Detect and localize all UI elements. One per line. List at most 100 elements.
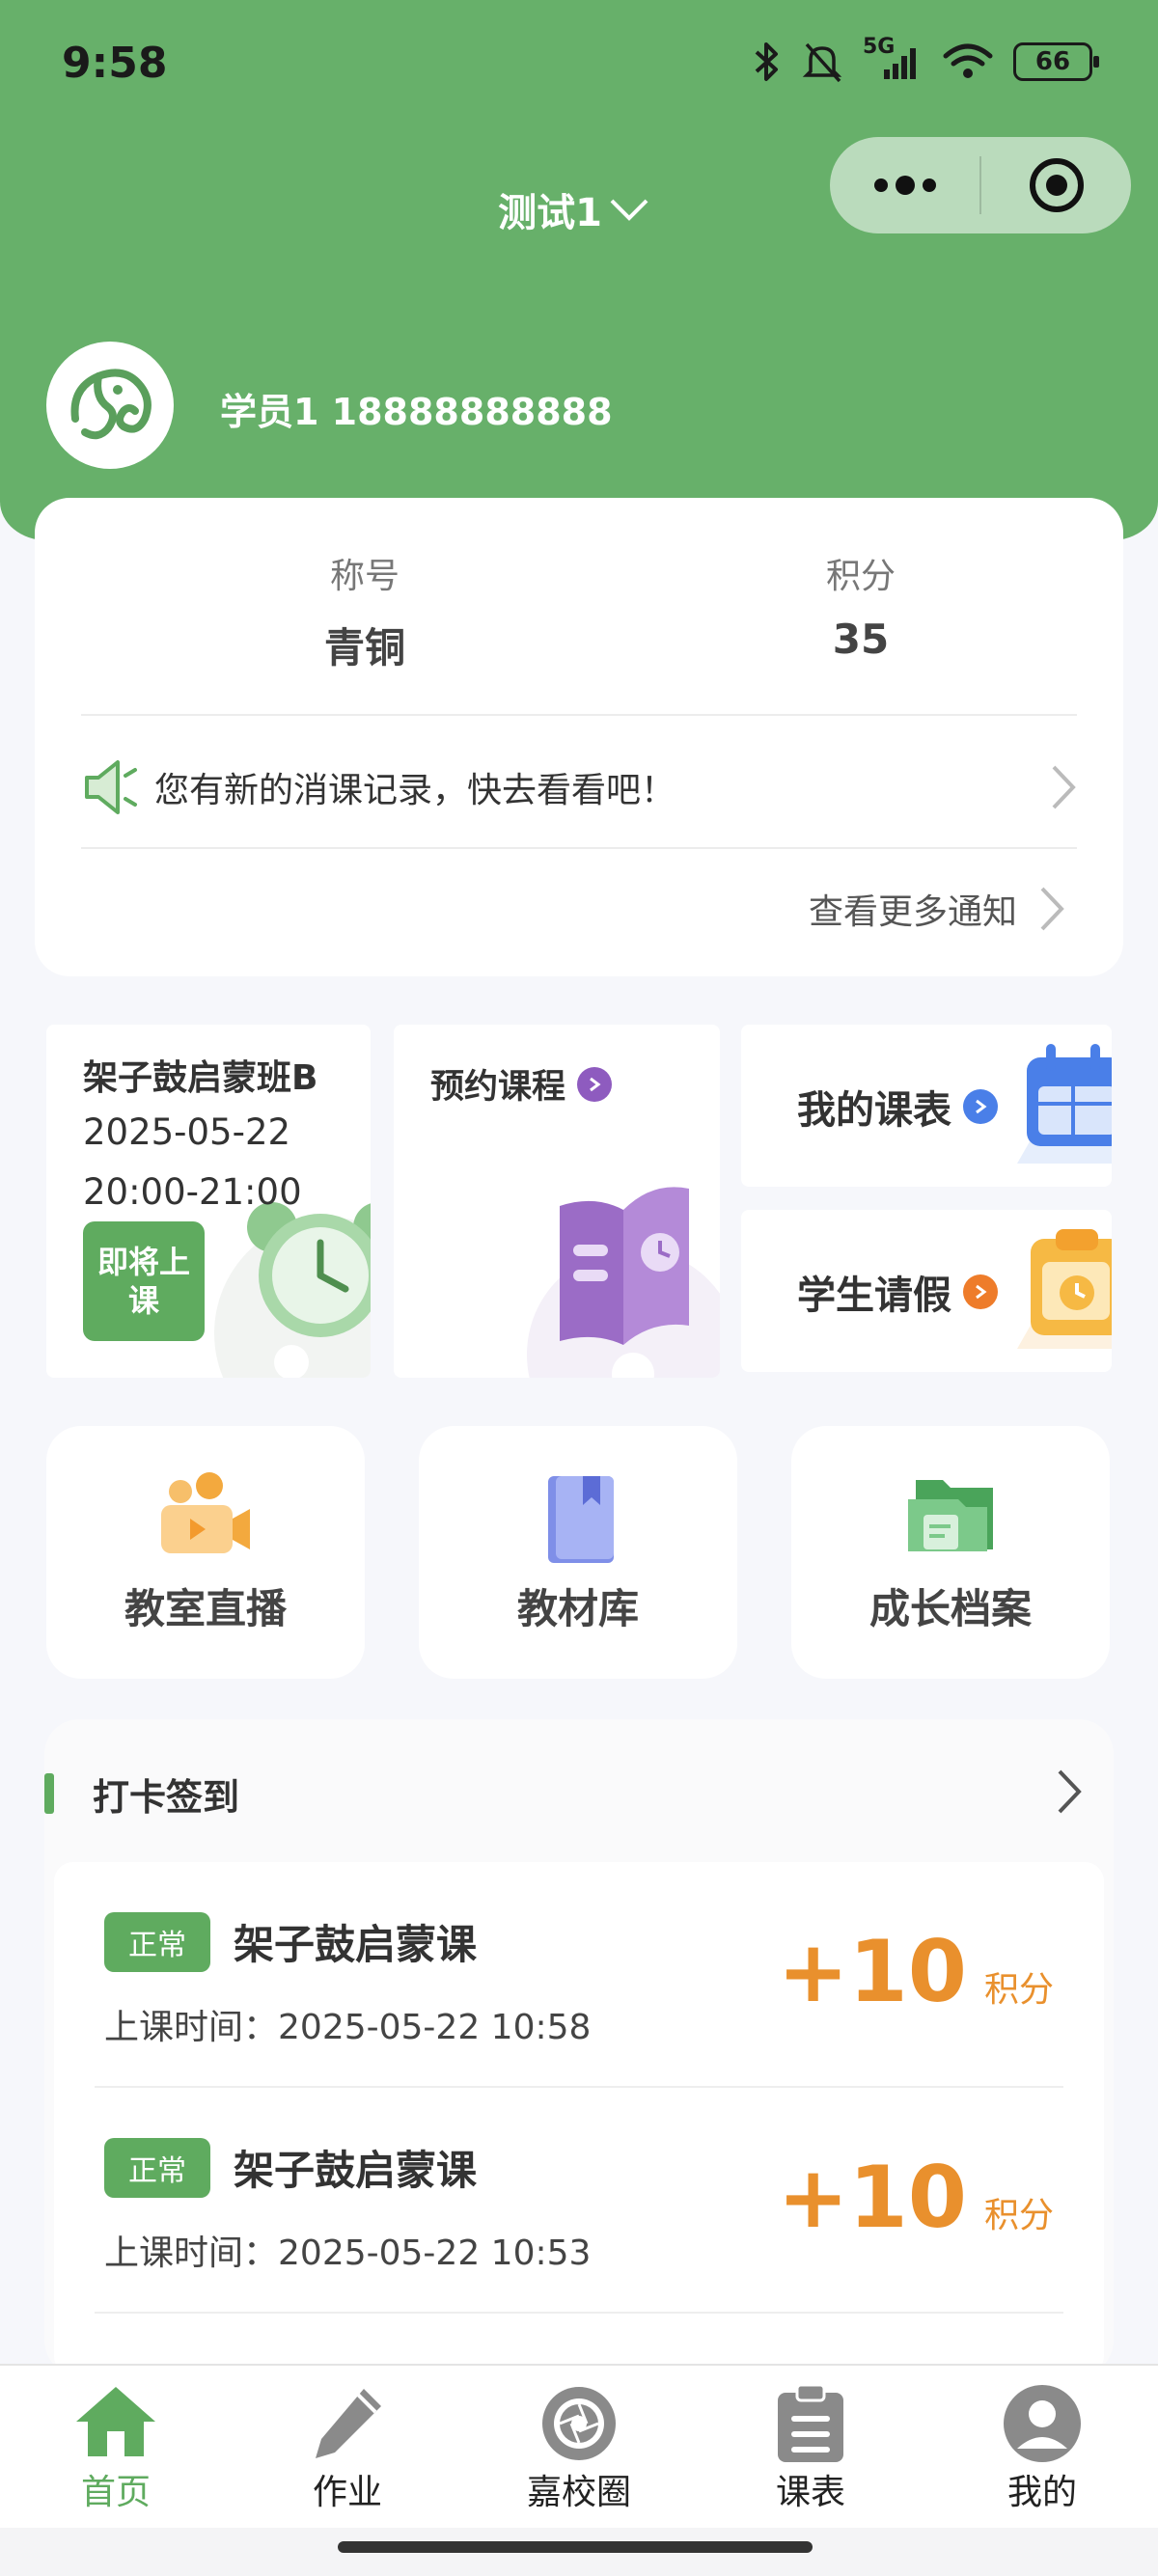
- mute-bell-icon: [802, 42, 842, 83]
- tab-homework[interactable]: 作业: [232, 2366, 463, 2528]
- course-name: 架子鼓启蒙班B: [83, 1058, 318, 1098]
- record-points: +10 积分: [778, 1922, 1054, 2021]
- chevron-down-icon: [610, 199, 648, 221]
- student-leave-tile[interactable]: 学生请假: [741, 1210, 1112, 1372]
- calendar-icon: [1017, 1044, 1112, 1164]
- open-book-icon: [527, 1187, 720, 1378]
- notice-row[interactable]: 您有新的消课记录，快去看看吧！: [81, 739, 1077, 836]
- points-number: +10: [777, 2148, 967, 2247]
- tab-bar: 首页 作业 嘉校圈 课表 我的: [0, 2364, 1158, 2528]
- checkin-records: 正常 架子鼓启蒙课 上课时间：2025-05-22 10:58 +10 积分 正…: [54, 1862, 1104, 2375]
- record-time-label: 上课时间：: [104, 2233, 279, 2273]
- book-icon: [548, 1476, 614, 1563]
- checkin-section: 打卡签到 正常 架子鼓启蒙课 上课时间：2025-05-22 10:58 +10…: [44, 1719, 1114, 2375]
- divider: [95, 2312, 1063, 2314]
- list-item[interactable]: 正常 架子鼓启蒙课 上课时间：2025-05-22 10:58 +10 积分: [54, 1862, 1104, 2088]
- record-time: 上课时间：2025-05-22 10:53: [104, 2225, 591, 2275]
- growth-record-card[interactable]: 成长档案: [791, 1426, 1110, 1679]
- record-time-label: 上课时间：: [104, 2008, 279, 2047]
- cellular-signal-icon: 5G: [863, 35, 923, 83]
- arrow-right-icon: [963, 1274, 998, 1309]
- points-value: 35: [832, 616, 890, 663]
- book-course-label: 预约课程: [430, 1068, 566, 1107]
- classroom-live-label: 教室直播: [124, 1585, 287, 1632]
- folder-icon: [908, 1480, 993, 1551]
- upcoming-status-badge[interactable]: 即将上课: [83, 1221, 205, 1341]
- record-time-value: 2025-05-22 10:53: [278, 2233, 592, 2273]
- status-badge: 正常: [104, 1912, 210, 1972]
- profile-card: 称号 青铜 积分 35 您有新的消课记录，快去看看吧！ 查看更多通知: [35, 498, 1123, 976]
- book-course-tile[interactable]: 预约课程: [394, 1025, 720, 1378]
- status-bar: 9:58 5G 66: [0, 0, 1158, 125]
- record-course: 架子鼓启蒙课: [234, 1921, 478, 1968]
- tab-label: 作业: [312, 2473, 382, 2512]
- battery-icon: 66: [1013, 42, 1099, 81]
- title-label: 称号: [329, 557, 400, 596]
- divider: [81, 847, 1077, 849]
- course-date: 2025-05-22: [83, 1111, 291, 1153]
- divider: [81, 714, 1077, 716]
- chevron-right-icon: [1040, 887, 1064, 931]
- status-icons: 5G 66: [753, 35, 1099, 83]
- course-time: 20:00-21:00: [83, 1171, 302, 1213]
- clipboard-icon: [778, 2383, 843, 2462]
- more-notices-link[interactable]: 查看更多通知: [809, 884, 1065, 934]
- bluetooth-icon: [755, 42, 778, 81]
- status-badge: 正常: [104, 2138, 210, 2198]
- record-time: 上课时间：2025-05-22 10:58: [104, 1999, 591, 2049]
- status-time: 9:58: [62, 39, 168, 88]
- student-leave-label: 学生请假: [797, 1274, 951, 1318]
- status-label: 即将上课: [96, 1244, 190, 1319]
- arrow-right-icon: [577, 1066, 613, 1102]
- tab-mine[interactable]: 我的: [926, 2366, 1158, 2528]
- textbook-library-label: 教材库: [516, 1585, 639, 1632]
- more-dots-icon: [873, 176, 936, 195]
- checkin-header[interactable]: 打卡签到: [44, 1764, 1114, 1822]
- upcoming-course-tile[interactable]: 架子鼓启蒙班B 2025-05-22 20:00-21:00 即将上课: [46, 1025, 371, 1378]
- tab-label: 课表: [775, 2473, 845, 2512]
- textbook-library-card[interactable]: 教材库: [419, 1426, 737, 1679]
- pencil-icon: [316, 2389, 381, 2458]
- wifi-icon: [943, 43, 993, 78]
- points-unit: 积分: [983, 2196, 1054, 2235]
- arrow-right-icon: [963, 1089, 998, 1124]
- chevron-right-icon: [1058, 1769, 1082, 1814]
- record-time-value: 2025-05-22 10:58: [278, 2008, 592, 2047]
- aperture-icon: [542, 2387, 616, 2460]
- points-stat: 积分 35: [716, 548, 1006, 663]
- points-number: +10: [777, 1922, 967, 2021]
- miniprogram-capsule: [830, 137, 1131, 233]
- tab-school-circle[interactable]: 嘉校圈: [463, 2366, 695, 2528]
- title-stat: 称号 青铜: [220, 548, 510, 674]
- home-indicator[interactable]: [338, 2541, 813, 2553]
- user-icon: [1004, 2385, 1081, 2462]
- record-points: +10 积分: [778, 2148, 1054, 2247]
- org-title: 测试1: [498, 191, 602, 235]
- checkin-title: 打卡签到: [93, 1776, 240, 1819]
- close-miniprogram-button[interactable]: [981, 137, 1131, 233]
- user-name-phone: 学员1 18888888888: [220, 391, 613, 433]
- leave-clipboard-icon: [1017, 1229, 1112, 1349]
- speaker-icon: [85, 760, 137, 814]
- elephant-logo-icon: [70, 369, 152, 440]
- my-schedule-tile[interactable]: 我的课表: [741, 1025, 1112, 1187]
- my-schedule-label: 我的课表: [797, 1088, 951, 1133]
- tab-label: 嘉校圈: [526, 2473, 631, 2512]
- video-camera-icon: [161, 1472, 250, 1553]
- more-menu-button[interactable]: [830, 137, 979, 233]
- avatar[interactable]: [46, 342, 174, 469]
- title-value: 青铜: [323, 624, 405, 671]
- tab-label: 我的: [1006, 2473, 1077, 2512]
- classroom-live-card[interactable]: 教室直播: [46, 1426, 365, 1679]
- tab-home[interactable]: 首页: [0, 2366, 232, 2528]
- chevron-right-icon: [1052, 765, 1076, 809]
- tab-schedule[interactable]: 课表: [695, 2366, 926, 2528]
- points-unit: 积分: [983, 1970, 1054, 2010]
- growth-record-label: 成长档案: [868, 1585, 1032, 1632]
- target-close-icon: [1029, 158, 1084, 212]
- list-item[interactable]: 正常 架子鼓启蒙课 上课时间：2025-05-22 10:53 +10 积分: [54, 2088, 1104, 2314]
- home-icon: [76, 2387, 155, 2456]
- more-notices-label: 查看更多通知: [808, 892, 1017, 932]
- notice-text: 您有新的消课记录，快去看看吧！: [154, 771, 676, 810]
- section-accent-bar: [44, 1773, 54, 1814]
